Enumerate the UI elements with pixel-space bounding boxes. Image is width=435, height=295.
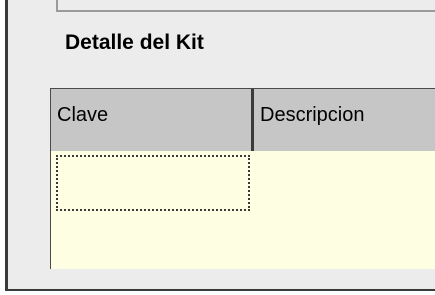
section-title: Detalle del Kit (65, 31, 204, 54)
column-header-clave[interactable]: Clave (51, 89, 254, 151)
grid-header-row: Clave Descripcion (51, 89, 435, 151)
top-frame-strip (56, 0, 435, 12)
kit-detail-grid[interactable]: Clave Descripcion (50, 88, 435, 269)
column-header-descripcion[interactable]: Descripcion (254, 89, 435, 151)
grid-cell-clave-selected[interactable] (56, 155, 250, 211)
kit-panel: Detalle del Kit Clave Descripcion (5, 0, 435, 291)
